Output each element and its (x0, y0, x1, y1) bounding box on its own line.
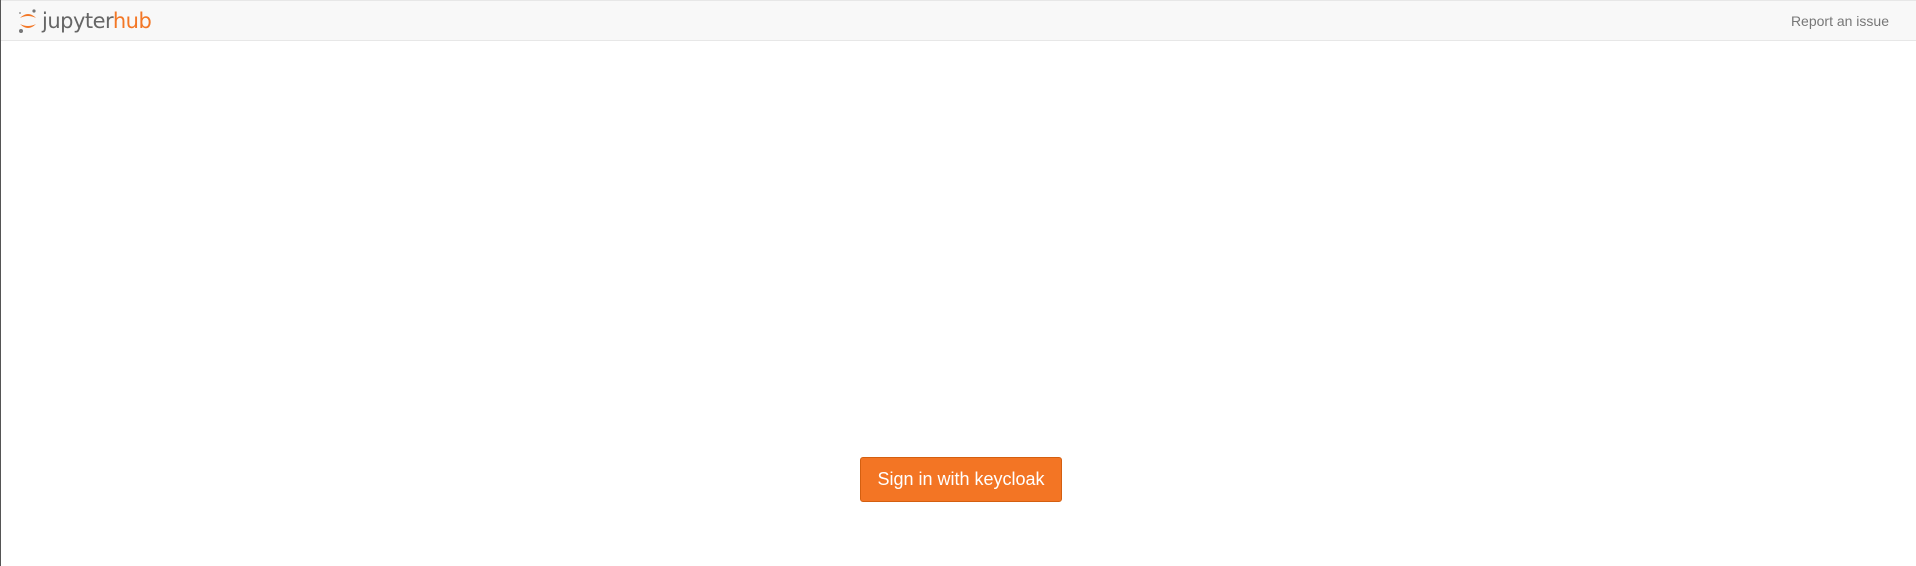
brand-name: jupyterhub (42, 6, 152, 36)
brand-name-hub: hub (112, 9, 152, 33)
report-issue-link[interactable]: Report an issue (1791, 13, 1889, 29)
sign-in-keycloak-button[interactable]: Sign in with keycloak (860, 457, 1062, 502)
brand-logo-link[interactable]: jupyterhub (16, 6, 152, 36)
brand-name-jupyter: jupyter (42, 9, 113, 33)
page: jupyterhub Report an issue Sign in with … (0, 0, 1916, 566)
jupyter-logo-icon (16, 6, 40, 36)
navbar: jupyterhub Report an issue (1, 0, 1916, 41)
